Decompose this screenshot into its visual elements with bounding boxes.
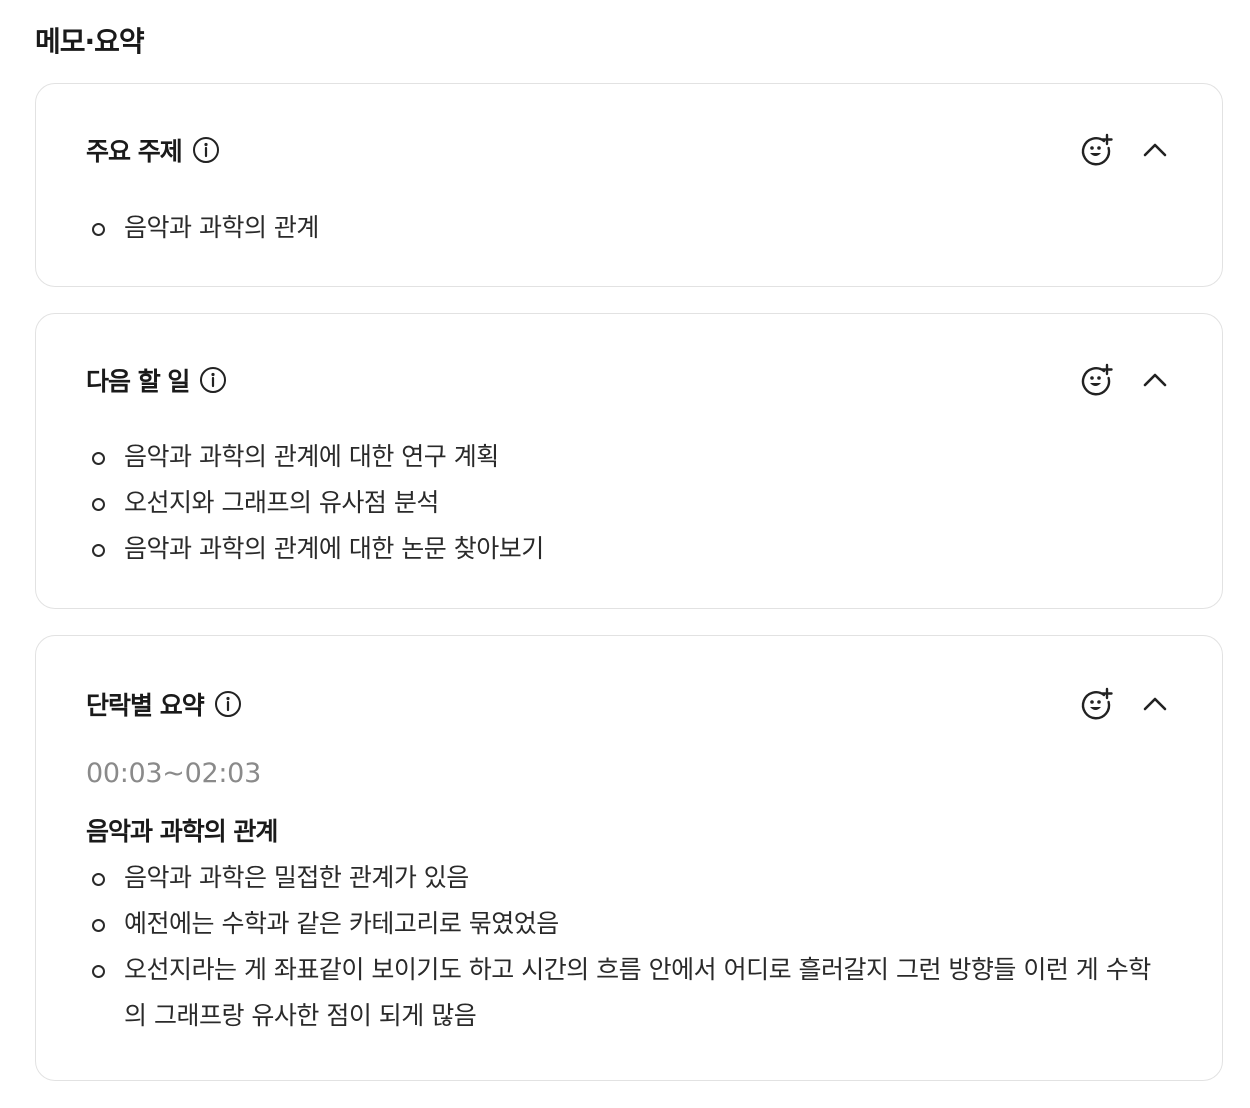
page-title: 메모·요약 — [35, 25, 145, 58]
section-heading: 음악과 과학의 관계 — [86, 817, 278, 846]
chevron-up-icon[interactable] — [1138, 687, 1172, 721]
list-item: 오선지와 그래프의 유사점 분석 — [88, 480, 1172, 526]
task-list: 음악과 과학의 관계에 대한 연구 계획 오선지와 그래프의 유사점 분석 음악… — [88, 434, 1172, 572]
summary-list: 음악과 과학은 밀접한 관계가 있음 예전에는 수학과 같은 카테고리로 묶였었… — [88, 855, 1172, 1039]
add-emoji-reaction-icon[interactable] — [1080, 687, 1114, 721]
list-item: 음악과 과학의 관계에 대한 연구 계획 — [88, 434, 1172, 480]
info-icon[interactable] — [199, 366, 227, 394]
list-item: 오선지라는 게 좌표같이 보이기도 하고 시간의 흐름 안에서 어디로 흘러갈지… — [88, 947, 1172, 1039]
info-icon[interactable] — [192, 136, 220, 164]
add-emoji-reaction-icon[interactable] — [1080, 133, 1114, 167]
list-item: 예전에는 수학과 같은 카테고리로 묶였었음 — [88, 901, 1172, 947]
card-header: 주요 주제 — [86, 132, 1172, 168]
chevron-up-icon[interactable] — [1138, 133, 1172, 167]
paragraph-summary-card: 단락별 요약 00:03~02:03 음악과 과학의 관계 음악과 과학은 밀접… — [35, 635, 1223, 1081]
list-item: 음악과 과학은 밀접한 관계가 있음 — [88, 855, 1172, 901]
card-title: 단락별 요약 — [86, 691, 205, 720]
timestamp-range[interactable]: 00:03~02:03 — [86, 758, 261, 789]
topic-list: 음악과 과학의 관계 — [88, 205, 1172, 251]
list-item: 음악과 과학의 관계에 대한 논문 찾아보기 — [88, 526, 1172, 572]
info-icon[interactable] — [214, 690, 242, 718]
list-item: 음악과 과학의 관계 — [88, 205, 1172, 251]
card-title: 다음 할 일 — [86, 367, 190, 396]
next-tasks-card: 다음 할 일 음악과 과학의 관계에 대한 연구 계획 오선지와 그래프의 유사… — [35, 313, 1223, 609]
card-title: 주요 주제 — [86, 137, 183, 166]
chevron-up-icon[interactable] — [1138, 363, 1172, 397]
card-header: 다음 할 일 — [86, 362, 1172, 398]
add-emoji-reaction-icon[interactable] — [1080, 363, 1114, 397]
card-header: 단락별 요약 — [86, 686, 1172, 722]
main-topic-card: 주요 주제 음악과 과학의 관계 — [35, 83, 1223, 287]
